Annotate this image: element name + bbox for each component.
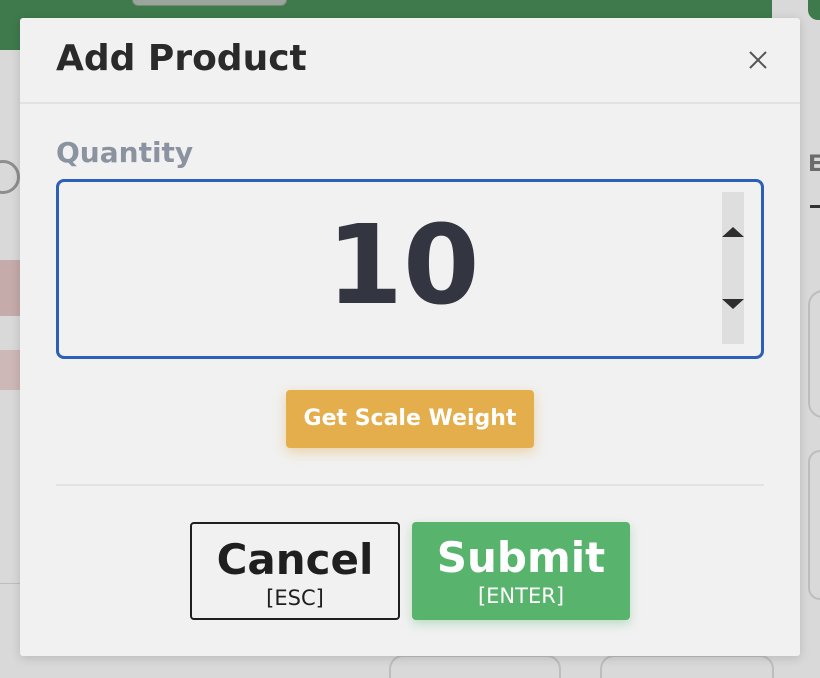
background-right-label: E [808,152,820,177]
submit-shortcut: [ENTER] [477,584,565,608]
get-scale-weight-button[interactable]: Get Scale Weight [286,390,534,448]
dialog-header: Add Product [20,18,800,104]
cancel-label: Cancel [216,535,374,584]
background-topbar-corner [808,0,820,20]
caret-down-icon [722,299,744,309]
close-button[interactable] [744,46,772,74]
background-divider [0,583,22,584]
submit-label: Submit [436,533,606,582]
caret-up-icon [722,227,744,237]
close-icon [749,51,767,69]
increment-button[interactable] [722,218,744,246]
quantity-input[interactable]: 10 [56,179,764,359]
background-left-artwork [0,150,22,400]
add-product-dialog: Add Product Quantity 10 Get Scale Weight… [20,18,800,656]
background-right-card [808,290,820,418]
submit-button[interactable]: Submit [ENTER] [412,522,630,620]
dialog-title: Add Product [56,38,307,79]
quantity-stepper[interactable] [722,192,744,344]
quantity-label: Quantity [56,136,194,169]
background-right-card [808,450,820,600]
quantity-value[interactable]: 10 [59,200,747,330]
decrement-button[interactable] [722,290,744,318]
cancel-button[interactable]: Cancel [ESC] [190,522,400,620]
background-bottom-tile [600,655,774,678]
background-right-dash [810,205,820,208]
background-bottom-tile [389,655,561,678]
footer-divider [56,484,764,486]
cancel-shortcut: [ESC] [266,586,324,610]
background-topbar-tab [132,0,287,6]
